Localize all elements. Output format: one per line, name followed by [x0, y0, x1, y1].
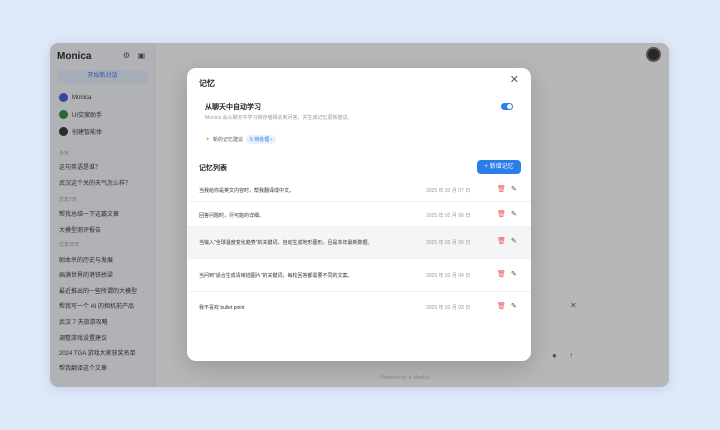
memory-row: 当输入"全球温度变化趋势"的关键词，自动生成地形图形。且是本年最新数据。 202… — [187, 227, 531, 259]
delete-icon[interactable]: 🗑 — [497, 211, 506, 218]
memory-row: 回答问题时，尽可能的详细。 2025 年 02 月 06 日 🗑 ✎ — [187, 202, 531, 227]
memory-date: 2025 年 02 月 04 日 — [426, 273, 471, 279]
lightbulb-icon: ✦ — [205, 137, 211, 143]
auto-learn-toggle[interactable] — [501, 103, 513, 110]
delete-icon[interactable]: 🗑 — [497, 186, 506, 193]
edit-icon[interactable]: ✎ — [511, 238, 517, 245]
memory-text: 我不喜欢 bullet point — [199, 305, 245, 311]
memory-row: 当我给你是英文内容时，帮我翻译成中文。 2025 年 02 月 07 日 🗑 ✎ — [187, 178, 531, 202]
suggestion-label: 新的记忆建议 — [213, 137, 244, 143]
delete-icon[interactable]: 🗑 — [497, 238, 506, 245]
dialog-title: 记忆 — [199, 79, 215, 88]
memory-date: 2025 年 02 月 05 日 — [426, 240, 471, 246]
memory-date: 2025 年 02 月 07 日 — [426, 188, 471, 194]
memory-text: 当输入"全球温度变化趋势"的关键词，自动生成地形图形。且是本年最新数据。 — [199, 240, 373, 246]
memory-text: 当我给你是英文内容时，帮我翻译成中文。 — [199, 188, 295, 194]
edit-icon[interactable]: ✎ — [511, 186, 517, 193]
toggle-knob — [507, 104, 512, 109]
auto-learn-description: Monica 会从聊天中学习和存储相关到问答，并生成记忆更新建议。 — [205, 115, 353, 121]
edit-icon[interactable]: ✎ — [511, 303, 517, 310]
memory-date: 2025 年 02 月 03 日 — [426, 305, 471, 311]
memory-list-title: 记忆列表 — [199, 165, 227, 172]
delete-icon[interactable]: 🗑 — [497, 303, 506, 310]
delete-icon[interactable]: 🗑 — [497, 271, 506, 278]
add-memory-button[interactable]: + 新增记忆 — [477, 160, 521, 174]
close-icon[interactable]: ✕ — [510, 75, 519, 86]
edit-icon[interactable]: ✎ — [511, 271, 517, 278]
memory-text: 回答问题时，尽可能的详细。 — [199, 213, 265, 219]
memory-dialog: 记忆 ✕ 从聊天中自动学习 Monica 会从聊天中学习和存储相关到问答，并生成… — [187, 68, 531, 361]
memory-text: 当问到"适合生成清晰插图片"的关键词，每轮回答都需要不同的文案。 — [199, 273, 353, 279]
pending-badge[interactable]: 5 待处理 › — [246, 135, 277, 144]
memory-suggestion-link[interactable]: ✦ 新的记忆建议 5 待处理 › — [205, 135, 277, 144]
memory-row: 我不喜欢 bullet point 2025 年 02 月 03 日 🗑 ✎ — [187, 292, 531, 324]
auto-learn-title: 从聊天中自动学习 — [205, 104, 261, 111]
memory-row: 当问到"适合生成清晰插图片"的关键词，每轮回答都需要不同的文案。 2025 年 … — [187, 259, 531, 292]
edit-icon[interactable]: ✎ — [511, 211, 517, 218]
memory-date: 2025 年 02 月 06 日 — [426, 213, 471, 219]
